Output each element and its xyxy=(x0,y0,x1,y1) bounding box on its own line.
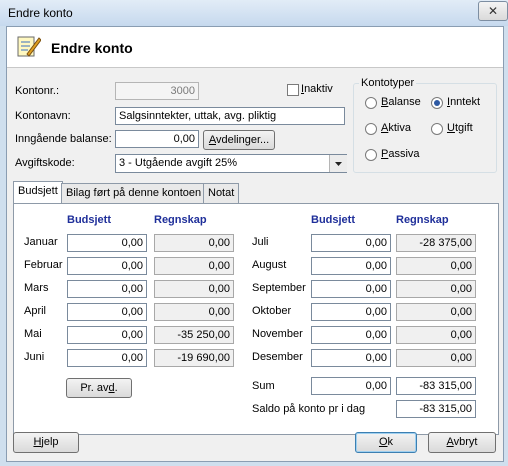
month-label: November xyxy=(252,328,303,340)
dialog-header: Endre konto xyxy=(7,27,503,68)
dropdown-arrow-icon[interactable] xyxy=(329,155,347,172)
budsjett-field[interactable]: 0,00 xyxy=(311,280,391,298)
regnskap-field: -19 690,00 xyxy=(154,349,234,367)
month-label: Januar xyxy=(24,236,58,248)
regnskap-field: 0,00 xyxy=(396,349,476,367)
regnskap-header-right: Regnskap xyxy=(396,214,449,226)
regnskap-field: 0,00 xyxy=(154,280,234,298)
budsjett-field[interactable]: 0,00 xyxy=(67,280,147,298)
sum-regnskap-field: -83 315,00 xyxy=(396,377,476,395)
kontonavn-label: Kontonavn: xyxy=(15,110,71,122)
inaktiv-label: Inaktiv xyxy=(301,83,333,95)
radio-aktiva[interactable] xyxy=(365,123,377,135)
kontonavn-field[interactable]: Salgsinntekter, uttak, avg. pliktig xyxy=(115,107,345,125)
radio-inntekt[interactable] xyxy=(431,97,443,109)
window-close-button[interactable]: ✕ xyxy=(478,1,508,21)
tab-panel-budsjett: Budsjett Regnskap Budsjett Regnskap Janu… xyxy=(13,203,499,435)
ok-button[interactable]: Ok xyxy=(355,432,417,453)
regnskap-field: -35 250,00 xyxy=(154,326,234,344)
regnskap-field: 0,00 xyxy=(396,280,476,298)
regnskap-field: 0,00 xyxy=(154,303,234,321)
radio-passiva[interactable] xyxy=(365,149,377,161)
radio-balanse[interactable] xyxy=(365,97,377,109)
cancel-button[interactable]: Avbryt xyxy=(428,432,496,453)
kontotyper-title: Kontotyper xyxy=(359,77,417,89)
month-label: September xyxy=(252,282,306,294)
budsjett-field[interactable]: 0,00 xyxy=(311,349,391,367)
edit-document-icon xyxy=(17,36,41,57)
radio-balanse-label: Balanse xyxy=(381,96,421,108)
help-button[interactable]: Hjelp xyxy=(13,432,79,453)
budsjett-field[interactable]: 0,00 xyxy=(311,257,391,275)
saldo-field: -83 315,00 xyxy=(396,400,476,418)
tab-budsjett[interactable]: Budsjett xyxy=(13,181,63,203)
inngaende-balanse-label: Inngående balanse: xyxy=(15,133,112,145)
avdelinger-button[interactable]: Avdelinger... xyxy=(203,130,275,150)
budsjett-field[interactable]: 0,00 xyxy=(311,234,391,252)
budsjett-header-left: Budsjett xyxy=(67,214,111,226)
pr-avd-button[interactable]: Pr. avd. xyxy=(66,378,132,398)
budsjett-field[interactable]: 0,00 xyxy=(67,326,147,344)
budsjett-field[interactable]: 0,00 xyxy=(311,303,391,321)
saldo-label: Saldo på konto pr i dag xyxy=(252,403,366,415)
month-label: August xyxy=(252,259,287,271)
tab-bilag[interactable]: Bilag ført på denne kontoen xyxy=(61,183,207,203)
budsjett-field[interactable]: 0,00 xyxy=(67,349,147,367)
regnskap-field: 0,00 xyxy=(396,303,476,321)
avgiftskode-value: 3 - Utgående avgift 25% xyxy=(119,157,238,169)
sum-budsjett-field: 0,00 xyxy=(311,377,391,395)
month-label: Oktober xyxy=(252,305,292,317)
title-bar: Endre konto ✕ xyxy=(0,0,508,26)
budsjett-field[interactable]: 0,00 xyxy=(67,303,147,321)
regnskap-field: 0,00 xyxy=(396,326,476,344)
radio-aktiva-label: Aktiva xyxy=(381,122,411,134)
month-label: Mai xyxy=(24,328,42,340)
page-title: Endre konto xyxy=(51,40,133,56)
regnskap-field: 0,00 xyxy=(154,257,234,275)
window-title: Endre konto xyxy=(8,6,73,20)
avgiftskode-label: Avgiftskode: xyxy=(15,157,75,169)
regnskap-field: -28 375,00 xyxy=(396,234,476,252)
month-label: April xyxy=(24,305,47,317)
month-label: Februar xyxy=(24,259,63,271)
sum-label: Sum xyxy=(252,380,275,392)
regnskap-field: 0,00 xyxy=(154,234,234,252)
radio-passiva-label: Passiva xyxy=(381,148,420,160)
inaktiv-checkbox[interactable] xyxy=(287,84,299,96)
regnskap-field: 0,00 xyxy=(396,257,476,275)
kontonr-field[interactable]: 3000 xyxy=(115,82,199,100)
budsjett-field[interactable]: 0,00 xyxy=(67,257,147,275)
radio-utgift[interactable] xyxy=(431,123,443,135)
budsjett-header-right: Budsjett xyxy=(311,214,355,226)
avgiftskode-select[interactable]: 3 - Utgående avgift 25% xyxy=(115,154,347,173)
regnskap-header-left: Regnskap xyxy=(154,214,207,226)
month-label: Juni xyxy=(24,351,45,363)
month-label: Mars xyxy=(24,282,49,294)
month-label: Juli xyxy=(252,236,269,248)
kontonr-label: Kontonr.: xyxy=(15,85,60,97)
inngaende-balanse-field[interactable]: 0,00 xyxy=(115,130,199,148)
tab-notat[interactable]: Notat xyxy=(203,183,240,203)
radio-utgift-label: Utgift xyxy=(447,122,473,134)
dialog-body: Endre konto Kontonr.: 3000 Inaktiv Konto… xyxy=(6,26,504,462)
budsjett-field[interactable]: 0,00 xyxy=(311,326,391,344)
budsjett-field[interactable]: 0,00 xyxy=(67,234,147,252)
radio-inntekt-label: Inntekt xyxy=(447,96,481,108)
month-label: Desember xyxy=(252,351,303,363)
